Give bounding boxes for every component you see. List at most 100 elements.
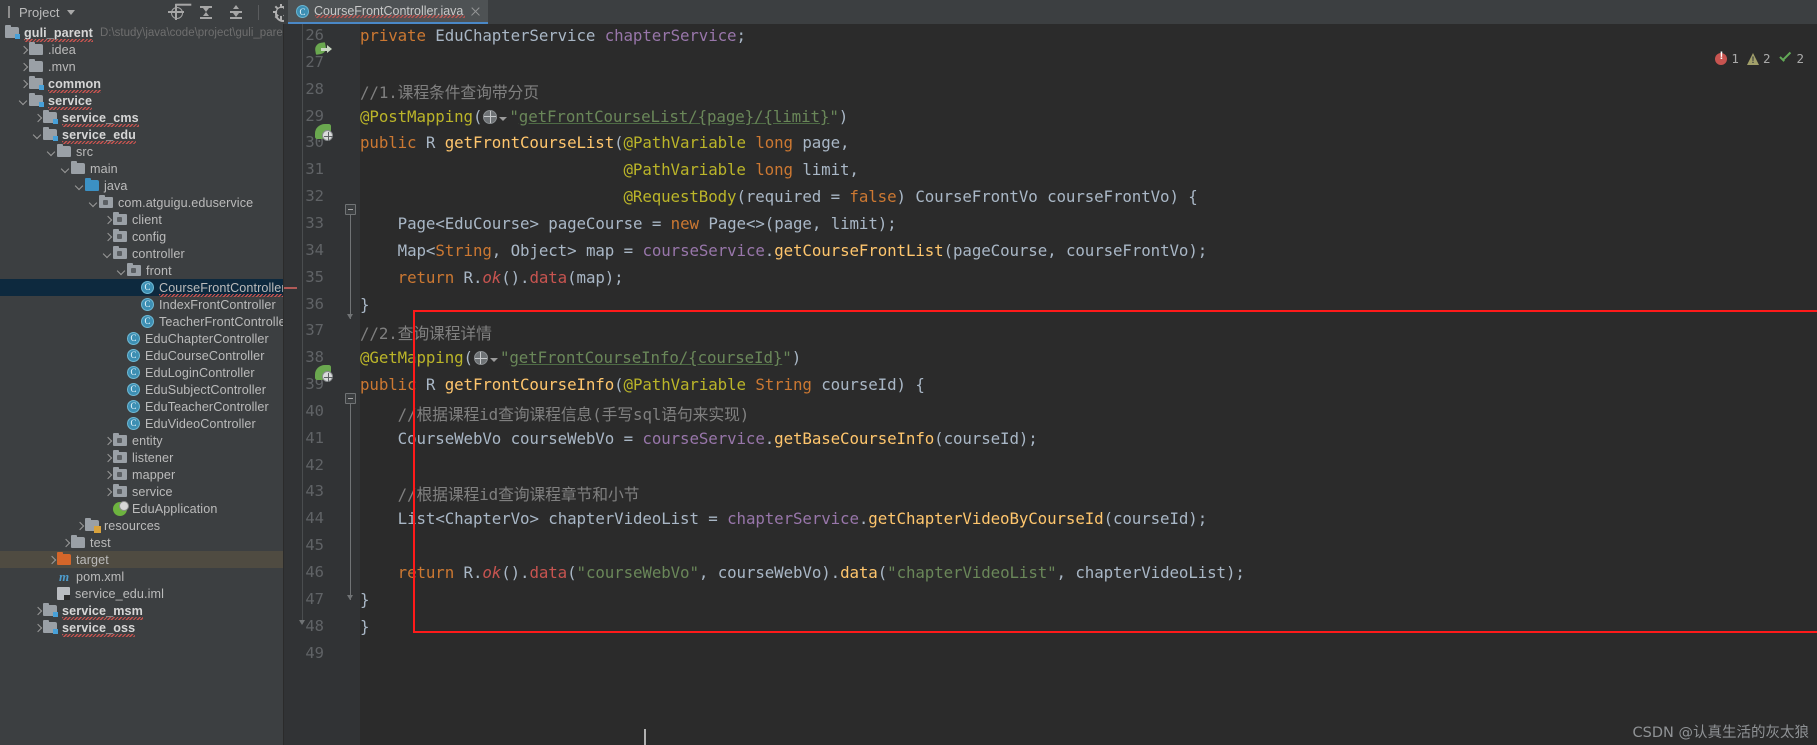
csdn-watermark: CSDN @认真生活的灰太狼 [1632,725,1809,741]
code-editor[interactable]: 26 27 28 29 30 31 32 33 34 35 36 37 38 39 40 41 42 43 44 45… [284,24,1817,745]
project-panel-icon [8,6,14,18]
error-icon[interactable] [1715,50,1728,65]
chevron-down-icon[interactable] [88,194,99,211]
module-folder-icon [43,602,58,617]
tree-row[interactable]: C EduChapterController [0,330,283,347]
tree-row[interactable]: C EduLoginController [0,364,283,381]
expand-all-icon[interactable] [198,4,214,20]
locate-icon[interactable] [168,4,184,20]
check-icon[interactable] [1778,52,1792,65]
ok-count: 2 [1796,51,1804,66]
tree-row[interactable]: mapper [0,466,283,483]
code-folding-column[interactable] [342,24,360,745]
tree-row[interactable]: service_edu.iml [0,585,283,602]
tree-row[interactable]: C CourseFrontController [0,279,283,297]
chevron-down-icon[interactable] [102,245,113,262]
web-mapping-icon-line30[interactable] [315,124,333,141]
chevron-right-icon[interactable] [32,602,43,619]
fold-marker-method1[interactable] [345,204,356,215]
java-class-icon: C [141,315,154,328]
chevron-right-icon[interactable] [102,449,113,466]
tree-row[interactable]: C EduTeacherController [0,398,283,415]
tree-row[interactable]: java [0,177,283,194]
chevron-right-icon[interactable] [18,58,29,75]
code-line: } [360,294,370,314]
java-class-icon: C [127,400,140,413]
tree-row-label: EduLoginController [145,365,255,380]
tree-row[interactable]: service [0,483,283,500]
tree-row[interactable]: com.atguigu.eduservice [0,194,283,211]
tree-row[interactable]: C IndexFrontController [0,296,283,313]
tree-row[interactable]: .idea [0,41,283,58]
tree-row[interactable]: service [0,92,283,110]
tree-row[interactable]: C TeacherFrontController [0,313,283,330]
chevron-right-icon[interactable] [32,109,43,126]
project-tree-panel[interactable]: guli_parent D:\study\java\code\project\gu… [0,24,284,745]
tree-row[interactable]: C EduVideoController [0,415,283,432]
project-panel-title[interactable]: Project [0,5,76,20]
tree-row[interactable]: service_msm [0,602,283,620]
tab-course-front-controller[interactable]: C CourseFrontController.java [288,0,489,24]
chevron-down-icon[interactable] [18,92,29,109]
line-number: 47 [305,589,324,608]
code-content[interactable]: private EduChapterService chapterService… [360,24,1817,745]
chevron-right-icon[interactable] [18,41,29,58]
close-icon[interactable] [470,6,481,17]
tree-row[interactable]: src [0,143,283,160]
tree-row[interactable]: entity [0,432,283,449]
chevron-right-icon[interactable] [102,483,113,500]
tree-row-label: EduChapterController [145,331,269,346]
tree-row[interactable]: C EduCourseController [0,347,283,364]
inspection-status-bar[interactable]: 1 2 2 [1715,50,1809,66]
tree-row[interactable]: target [0,551,283,568]
tree-row[interactable]: C EduSubjectController [0,381,283,398]
tree-row[interactable]: service_edu [0,126,283,144]
chevron-right-icon[interactable] [60,534,71,551]
chevron-down-icon[interactable] [60,160,71,177]
tree-row[interactable]: test [0,534,283,551]
tree-row[interactable]: config [0,228,283,245]
chevron-right-icon[interactable] [102,432,113,449]
chevron-down-icon[interactable] [32,126,43,143]
tree-row[interactable]: common [0,75,283,93]
chevron-right-icon[interactable] [46,551,57,568]
run-arrow-icon[interactable] [314,42,333,57]
line-number: 42 [305,455,324,474]
fold-marker-method2[interactable] [345,393,356,404]
tree-row[interactable]: service_cms [0,109,283,127]
chevron-right-icon[interactable] [102,466,113,483]
chevron-right-icon[interactable] [102,228,113,245]
tree-row[interactable]: .mvn [0,58,283,75]
tree-row[interactable]: client [0,211,283,228]
package-icon [127,262,141,276]
tree-row[interactable]: m pom.xml [0,568,283,585]
code-line: @PathVariable long limit, [623,160,859,180]
chevron-right-icon[interactable] [32,619,43,636]
tree-row[interactable]: front [0,262,283,279]
tree-row[interactable]: service_oss [0,619,283,637]
chevron-down-icon[interactable] [116,262,127,279]
warning-icon[interactable] [1746,52,1759,65]
tree-row[interactable]: resources [0,517,283,534]
tree-row-root[interactable]: guli_parent D:\study\java\code\project\gu… [0,24,283,42]
tree-row-label: listener [132,450,174,465]
tree-row[interactable]: main [0,160,283,177]
chevron-down-icon[interactable] [46,143,57,160]
chevron-right-icon[interactable] [102,211,113,228]
chevron-right-icon[interactable] [18,75,29,92]
collapse-all-icon[interactable] [228,4,244,20]
tree-row[interactable]: EduApplication [0,500,283,517]
module-folder-icon [43,126,58,141]
chevron-right-icon[interactable] [74,517,85,534]
tree-row[interactable]: controller [0,245,283,262]
code-line: //根据课程id查询课程章节和小节 [360,485,640,505]
tree-row-label: client [132,212,162,227]
code-line: CourseWebVo courseWebVo = courseService.… [397,428,1038,448]
tree-row[interactable]: listener [0,449,283,466]
tree-row-label: EduSubjectController [145,382,267,397]
folder-icon [71,160,85,174]
tree-row-label: main [90,161,118,176]
web-mapping-icon-line39[interactable] [315,365,333,382]
line-number: 33 [305,213,324,232]
chevron-down-icon[interactable] [74,177,85,194]
